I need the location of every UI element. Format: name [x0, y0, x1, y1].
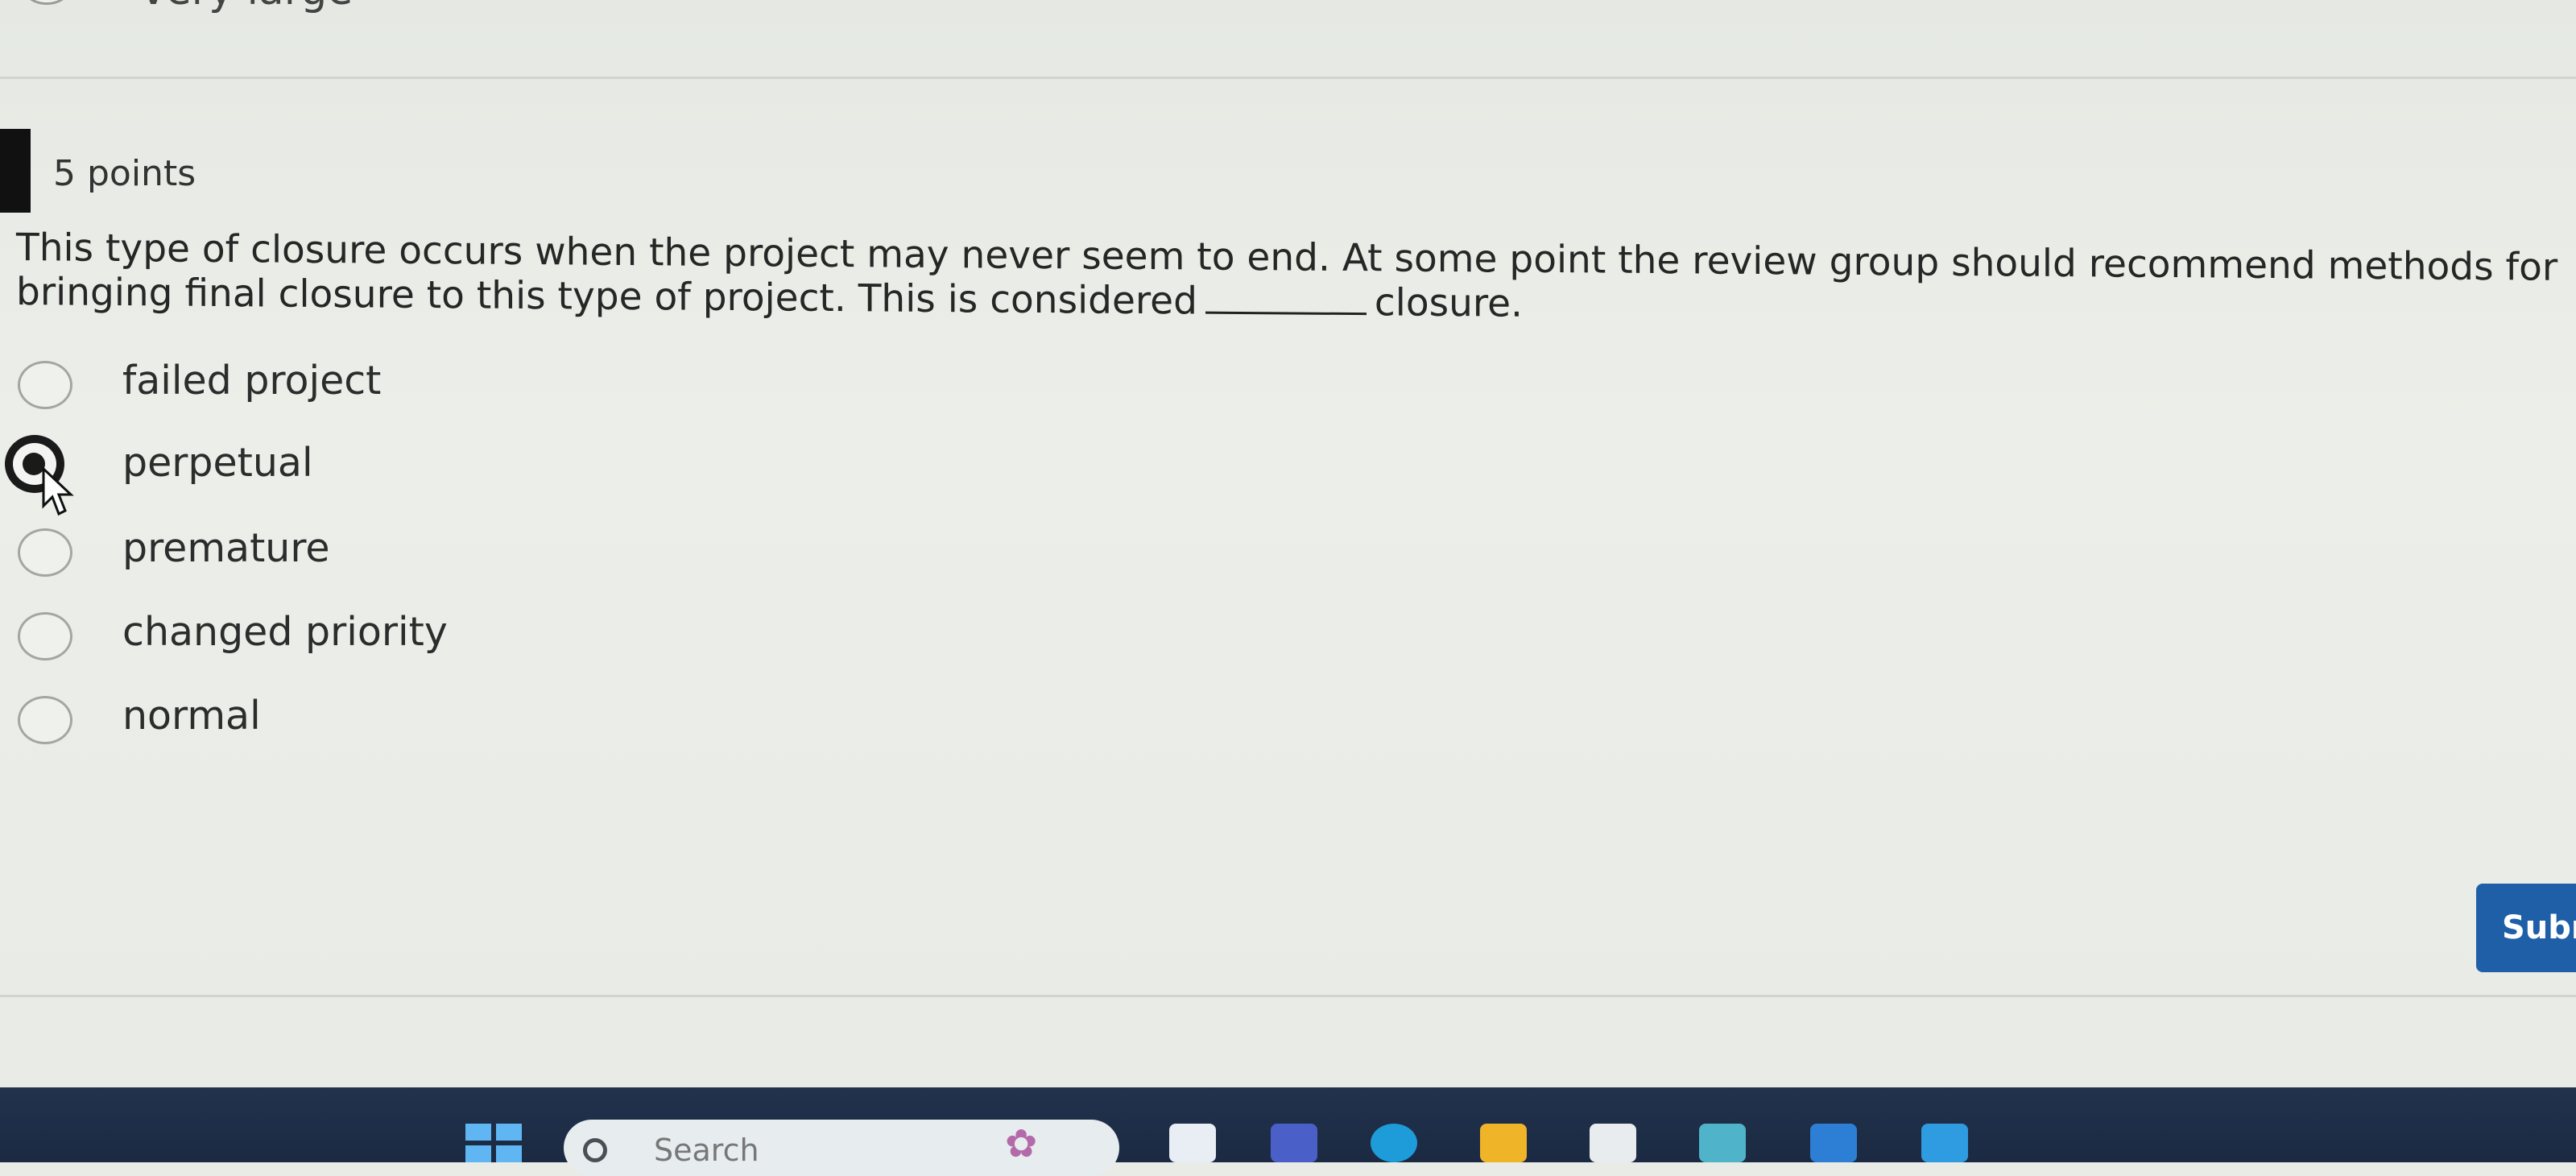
quiz-page: very large 5 points This type of closure… — [0, 0, 2576, 1095]
footer-divider — [0, 995, 2576, 997]
radio-button[interactable] — [18, 361, 72, 409]
question-divider — [0, 77, 2576, 79]
option-label: normal — [122, 693, 261, 739]
option-failed-project[interactable]: failed project — [0, 354, 644, 411]
folder-icon[interactable] — [1480, 1124, 1527, 1162]
teams-icon[interactable] — [1271, 1124, 1317, 1162]
radio-button[interactable] — [18, 528, 72, 577]
windows-start-icon[interactable] — [465, 1124, 522, 1162]
search-placeholder: Search — [654, 1133, 759, 1168]
question-text: This type of closure occurs when the pro… — [16, 226, 2569, 335]
option-normal[interactable]: normal — [0, 689, 644, 746]
option-premature[interactable]: premature — [0, 522, 644, 578]
option-label: premature — [122, 525, 330, 571]
mouse-pointer-icon — [42, 467, 74, 516]
option-label: perpetual — [122, 440, 313, 486]
previous-option-label: very large — [141, 0, 353, 14]
mail-icon[interactable] — [1810, 1124, 1857, 1162]
question-blank — [1205, 288, 1367, 316]
store-icon[interactable] — [1921, 1124, 1968, 1162]
question-points: 5 points — [53, 153, 196, 194]
calculator-icon[interactable] — [1699, 1124, 1746, 1162]
option-perpetual[interactable]: perpetual — [0, 435, 644, 493]
option-label: failed project — [122, 358, 382, 404]
submit-button[interactable]: Subr — [2476, 884, 2576, 972]
question-accent-bar — [0, 129, 31, 213]
question-text-after: closure. — [1374, 280, 1523, 327]
previous-option-radio[interactable] — [21, 0, 72, 5]
amazon-icon[interactable] — [1590, 1124, 1636, 1162]
widgets-flower-icon[interactable]: ✿ — [1005, 1121, 1094, 1166]
search-icon — [583, 1138, 607, 1162]
option-label: changed priority — [122, 609, 448, 655]
file-explorer-icon[interactable] — [1169, 1124, 1216, 1162]
option-changed-priority[interactable]: changed priority — [0, 606, 644, 662]
edge-icon[interactable] — [1371, 1124, 1417, 1162]
radio-button[interactable] — [18, 612, 72, 660]
radio-button[interactable] — [18, 696, 72, 744]
